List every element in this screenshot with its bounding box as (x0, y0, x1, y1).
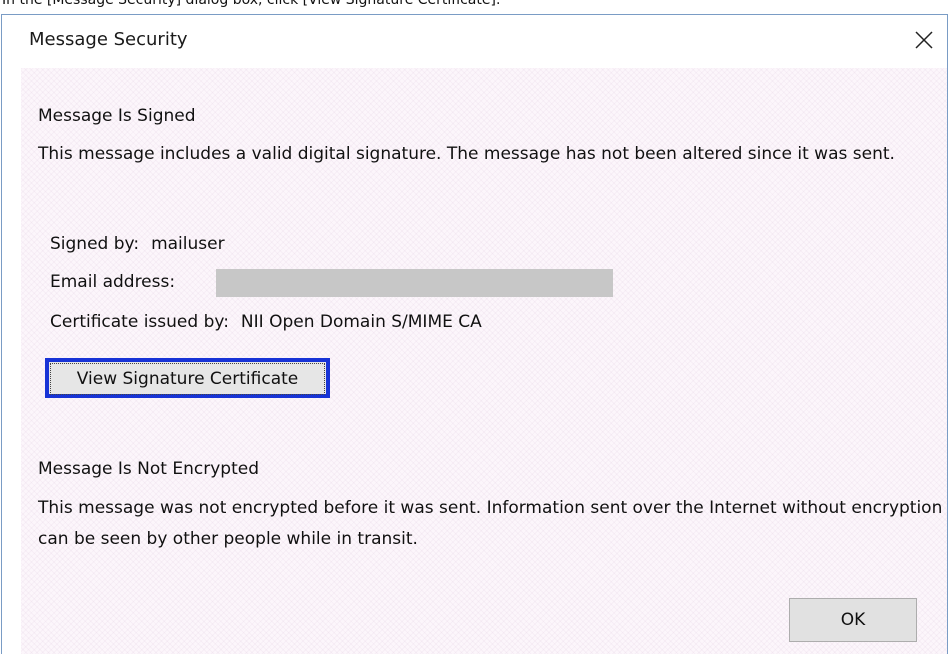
issuer-row: Certificate issued by: NII Open Domain S/… (50, 312, 482, 332)
issuer-value: NII Open Domain S/MIME CA (240, 312, 482, 332)
email-label: Email address: (50, 272, 176, 292)
signed-by-label: Signed by: (50, 234, 140, 254)
encryption-heading: Message Is Not Encrypted (38, 459, 259, 479)
view-signature-certificate-label: View Signature Certificate (50, 363, 325, 395)
close-icon (915, 31, 933, 49)
close-button[interactable] (907, 23, 941, 57)
signed-heading: Message Is Signed (38, 106, 196, 126)
title-bar: Message Security (2, 15, 947, 69)
signed-by-value: mailuser (151, 234, 225, 254)
redacted-email-value (216, 269, 613, 297)
encryption-description: This message was not encrypted before it… (38, 498, 943, 549)
ok-button[interactable]: OK (789, 598, 917, 642)
issuer-label: Certificate issued by: (50, 312, 229, 332)
view-signature-certificate-button[interactable]: View Signature Certificate (45, 358, 330, 398)
signed-by-row: Signed by: mailuser (50, 234, 225, 254)
instruction-caption: In the [Message Security] dialog box, cl… (2, 0, 501, 8)
dialog-content: Message Is Signed This message includes … (21, 68, 947, 654)
email-row: Email address: (50, 272, 175, 292)
dialog-title: Message Security (29, 29, 188, 50)
message-security-dialog: Message Security Message Is Signed This … (1, 14, 948, 654)
signed-description: This message includes a valid digital si… (38, 144, 895, 164)
